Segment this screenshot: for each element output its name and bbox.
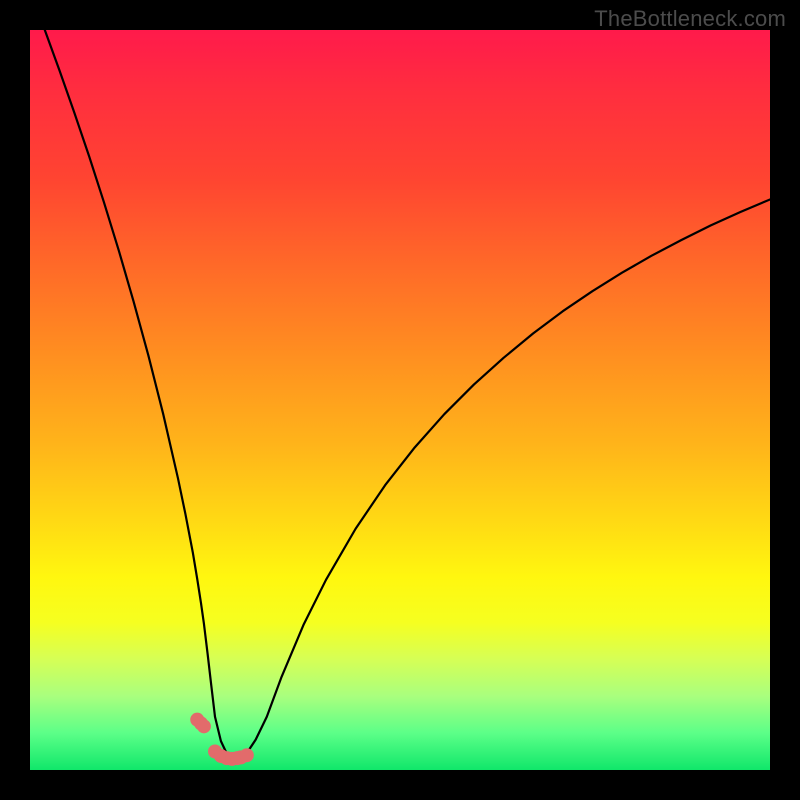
bottleneck-curve: [45, 30, 770, 758]
highlight-markers: [190, 713, 254, 766]
marker-point: [240, 748, 254, 762]
watermark-text: TheBottleneck.com: [594, 6, 786, 32]
chart-stage: TheBottleneck.com: [0, 0, 800, 800]
plot-area: [30, 30, 770, 770]
plot-svg: [30, 30, 770, 770]
marker-point: [197, 719, 211, 733]
